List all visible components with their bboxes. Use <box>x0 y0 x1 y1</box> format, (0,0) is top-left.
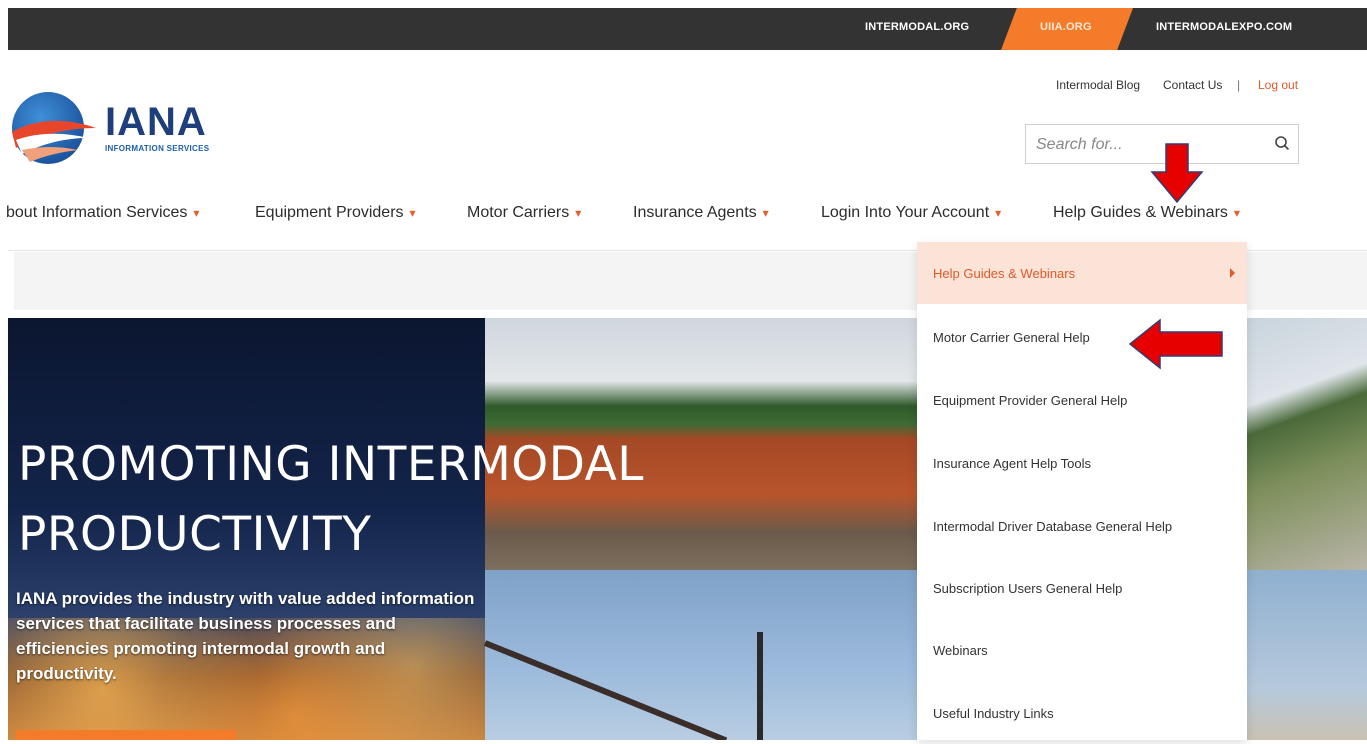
menu-item-label: Intermodal Driver Database General Help <box>933 518 1173 534</box>
hero-highway-image <box>1246 318 1367 570</box>
caret-down-icon: ▾ <box>193 206 200 220</box>
nav-label: Insurance Agents <box>633 204 757 221</box>
menu-item-intermodal-driver-database-general-help[interactable]: Intermodal Driver Database General Help <box>917 495 1247 557</box>
menu-item-label: Help Guides & Webinars <box>933 265 1076 281</box>
submenu-arrow-icon <box>1230 268 1235 278</box>
hero-landscape-image <box>1246 570 1367 740</box>
caret-down-icon: ▾ <box>409 206 416 220</box>
caret-down-icon: ▾ <box>995 206 1002 220</box>
link-uiia-org[interactable]: UIIA.ORG <box>1040 8 1092 50</box>
hero-crane <box>483 640 728 740</box>
nav-about-information-services[interactable]: bout Information Services ▾ <box>6 204 199 222</box>
nav-insurance-agents[interactable]: Insurance Agents ▾ <box>633 204 769 222</box>
nav-login-into-your-account[interactable]: Login Into Your Account ▾ <box>821 204 1001 222</box>
hero-description: IANA provides the industry with value ad… <box>16 589 475 683</box>
hero-title-line2: PRODUCTIVITY <box>18 507 372 562</box>
util-separator: | <box>1237 78 1241 92</box>
search-icon[interactable] <box>1274 135 1290 151</box>
hero-title-line1: PROMOTING INTERMODAL <box>18 437 644 492</box>
menu-item-label: Useful Industry Links <box>933 705 1054 721</box>
nav-label: Motor Carriers <box>467 204 570 221</box>
nav-label: Help Guides & Webinars <box>1053 204 1228 221</box>
nav-label: bout Information Services <box>6 204 188 221</box>
menu-item-help-guides-webinars[interactable]: Help Guides & Webinars <box>917 242 1247 304</box>
annotation-arrow-left <box>1128 318 1223 370</box>
logo-subtitle: INFORMATION SERVICES <box>105 144 210 153</box>
nav-motor-carriers[interactable]: Motor Carriers ▾ <box>467 204 581 222</box>
nav-label: Equipment Providers <box>255 204 404 221</box>
menu-item-insurance-agent-help-tools[interactable]: Insurance Agent Help Tools <box>917 432 1247 494</box>
hero-cta-button[interactable] <box>16 730 236 740</box>
link-log-out[interactable]: Log out <box>1258 78 1298 92</box>
link-intermodal-org[interactable]: INTERMODAL.ORG <box>865 8 969 50</box>
nav-equipment-providers[interactable]: Equipment Providers ▾ <box>255 204 416 222</box>
link-intermodalexpo-com[interactable]: INTERMODALEXPO.COM <box>1156 8 1292 50</box>
globe-logo-icon <box>12 92 96 164</box>
menu-item-webinars[interactable]: Webinars <box>917 619 1247 681</box>
nav-label: Login Into Your Account <box>821 204 990 221</box>
menu-item-label: Insurance Agent Help Tools <box>933 455 1092 471</box>
hero-ship-image <box>483 570 925 740</box>
caret-down-icon: ▾ <box>1233 206 1240 220</box>
menu-item-label: Equipment Provider General Help <box>933 392 1128 408</box>
nav-help-guides-webinars[interactable]: Help Guides & Webinars ▾ <box>1053 204 1240 222</box>
menu-item-useful-industry-links[interactable]: Useful Industry Links <box>917 682 1247 744</box>
hero-title: PROMOTING INTERMODAL PRODUCTIVITY <box>18 430 838 570</box>
menu-item-equipment-provider-general-help[interactable]: Equipment Provider General Help <box>917 369 1247 431</box>
caret-down-icon: ▾ <box>575 206 582 220</box>
menu-item-label: Motor Carrier General Help <box>933 329 1090 345</box>
caret-down-icon: ▾ <box>762 206 769 220</box>
annotation-arrow-down <box>1150 143 1204 204</box>
hero-mast <box>757 632 763 740</box>
logo-wordmark: IANA <box>105 100 207 144</box>
help-guides-dropdown: Help Guides & Webinars Motor Carrier Gen… <box>917 242 1247 740</box>
iana-logo[interactable]: IANA INFORMATION SERVICES <box>8 88 238 168</box>
menu-item-label: Webinars <box>933 642 988 658</box>
link-intermodal-blog[interactable]: Intermodal Blog <box>1056 78 1140 92</box>
band-edge <box>8 252 14 310</box>
menu-item-label: Subscription Users General Help <box>933 580 1123 596</box>
link-contact-us[interactable]: Contact Us <box>1163 78 1222 92</box>
menu-item-subscription-users-general-help[interactable]: Subscription Users General Help <box>917 557 1247 619</box>
top-utility-bar: INTERMODAL.ORG UIIA.ORG INTERMODALEXPO.C… <box>8 8 1367 50</box>
